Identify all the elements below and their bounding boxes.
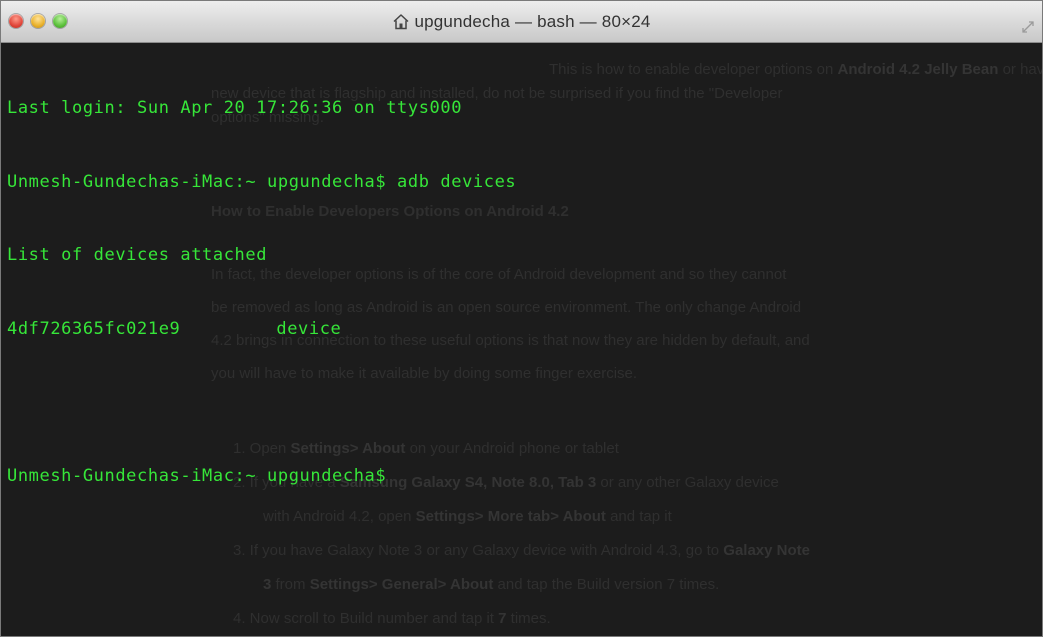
- home-icon: [392, 13, 410, 35]
- title-bar[interactable]: upgundecha — bash — 80×24: [1, 1, 1042, 43]
- prompt-line[interactable]: Unmesh-Gundechas-iMac:~ upgundecha$: [7, 464, 516, 489]
- terminal-output[interactable]: Last login: Sun Apr 20 17:26:36 on ttys0…: [7, 47, 516, 537]
- command-line: Unmesh-Gundechas-iMac:~ upgundecha$ adb …: [7, 171, 517, 192]
- devices-header-line: List of devices attached: [7, 245, 268, 265]
- device-state: device: [276, 318, 342, 339]
- window-title: upgundecha — bash — 80×24: [1, 12, 1042, 35]
- terminal-window: upgundecha — bash — 80×24 This is how to…: [0, 0, 1043, 637]
- article-step: 3. If you have Galaxy Note 3 or any Gala…: [233, 542, 810, 559]
- window-title-text: upgundecha — bash — 80×24: [414, 12, 651, 31]
- device-entry-line: 4df726365fc021e9 device: [7, 317, 516, 342]
- device-id: 4df726365fc021e9: [7, 318, 181, 339]
- toolbar-toggle-icon[interactable]: [1020, 19, 1038, 35]
- article-step: 4. Now scroll to Build number and tap it…: [233, 610, 551, 627]
- last-login-line: Last login: Sun Apr 20 17:26:36 on ttys0…: [7, 98, 463, 118]
- article-line: This is how to enable developer options …: [549, 61, 1042, 78]
- article-step: 3 from Settings> General> About and tap …: [263, 576, 720, 593]
